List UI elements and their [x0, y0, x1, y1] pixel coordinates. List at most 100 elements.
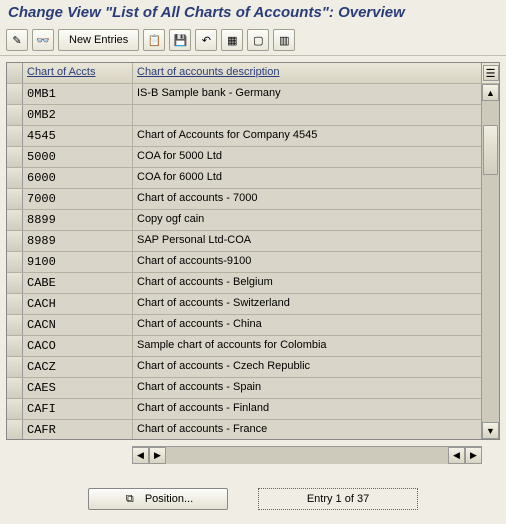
table-row[interactable]: 9100Chart of accounts-9100: [7, 252, 481, 273]
row-selector[interactable]: [7, 315, 23, 335]
data-grid: Chart of Accts Chart of accounts descrip…: [6, 62, 500, 440]
table-row[interactable]: CAESChart of accounts - Spain: [7, 378, 481, 399]
row-selector[interactable]: [7, 252, 23, 272]
table-row[interactable]: CAFRChart of accounts - France: [7, 420, 481, 439]
row-selector[interactable]: [7, 189, 23, 209]
scroll-down-button[interactable]: ▼: [482, 422, 499, 439]
table-row[interactable]: CAFIChart of accounts - Finland: [7, 399, 481, 420]
row-selector[interactable]: [7, 105, 23, 125]
undo-button[interactable]: ↶: [195, 29, 217, 51]
table-row[interactable]: CACOSample chart of accounts for Colombi…: [7, 336, 481, 357]
deselect-button[interactable]: ▢: [247, 29, 269, 51]
row-selector[interactable]: [7, 84, 23, 104]
row-selector[interactable]: [7, 273, 23, 293]
row-selector[interactable]: [7, 147, 23, 167]
cell-desc[interactable]: Chart of accounts - Belgium: [133, 273, 481, 293]
row-selector[interactable]: [7, 168, 23, 188]
cell-desc[interactable]: Chart of Accounts for Company 4545: [133, 126, 481, 146]
cell-code[interactable]: 9100: [23, 252, 133, 272]
cell-code[interactable]: 0MB1: [23, 84, 133, 104]
column-config-button[interactable]: ▥: [273, 29, 295, 51]
table-row[interactable]: CACZChart of accounts - Czech Republic: [7, 357, 481, 378]
cell-desc[interactable]: Chart of accounts - France: [133, 420, 481, 439]
copy-icon: 📋: [147, 34, 161, 47]
row-selector[interactable]: [7, 210, 23, 230]
cell-code[interactable]: 5000: [23, 147, 133, 167]
cell-code[interactable]: CACZ: [23, 357, 133, 377]
cell-desc[interactable]: Chart of accounts - 7000: [133, 189, 481, 209]
cell-code[interactable]: CAFR: [23, 420, 133, 439]
cell-code[interactable]: 8989: [23, 231, 133, 251]
position-button[interactable]: ⧉ Position...: [88, 488, 228, 510]
row-selector[interactable]: [7, 126, 23, 146]
table-row[interactable]: CABEChart of accounts - Belgium: [7, 273, 481, 294]
table-row[interactable]: 6000COA for 6000 Ltd: [7, 168, 481, 189]
cell-code[interactable]: CAFI: [23, 399, 133, 419]
toggle-edit-button[interactable]: ✎: [6, 29, 28, 51]
table-row[interactable]: 5000COA for 5000 Ltd: [7, 147, 481, 168]
cell-code[interactable]: 8899: [23, 210, 133, 230]
table-row[interactable]: 0MB1IS-B Sample bank - Germany: [7, 84, 481, 105]
row-selector[interactable]: [7, 378, 23, 398]
cell-code[interactable]: CABE: [23, 273, 133, 293]
row-selector[interactable]: [7, 420, 23, 439]
scroll-right-button[interactable]: ◀: [448, 447, 465, 464]
scroll-last-button[interactable]: ▶: [465, 447, 482, 464]
copy-button[interactable]: 📋: [143, 29, 165, 51]
table-row[interactable]: 4545Chart of Accounts for Company 4545: [7, 126, 481, 147]
cell-desc[interactable]: SAP Personal Ltd-COA: [133, 231, 481, 251]
cell-desc[interactable]: Chart of accounts - Czech Republic: [133, 357, 481, 377]
cell-code[interactable]: CACO: [23, 336, 133, 356]
row-selector[interactable]: [7, 399, 23, 419]
scroll-first-button[interactable]: ◀: [132, 447, 149, 464]
cell-desc[interactable]: Chart of accounts - Spain: [133, 378, 481, 398]
scroll-up-button[interactable]: ▲: [482, 84, 499, 101]
cell-code[interactable]: CACN: [23, 315, 133, 335]
table-row[interactable]: 7000Chart of accounts - 7000: [7, 189, 481, 210]
cell-desc[interactable]: Chart of accounts - Switzerland: [133, 294, 481, 314]
glasses-icon: 👓: [36, 34, 50, 47]
hscroll-track[interactable]: [166, 447, 448, 464]
cell-code[interactable]: 4545: [23, 126, 133, 146]
scroll-thumb[interactable]: [483, 125, 498, 175]
cell-desc[interactable]: Copy ogf cain: [133, 210, 481, 230]
vertical-scrollbar[interactable]: ▲ ▼: [481, 84, 499, 439]
new-entries-button[interactable]: New Entries: [58, 29, 139, 51]
columns-icon: ▥: [279, 34, 289, 47]
cell-code[interactable]: 6000: [23, 168, 133, 188]
horizontal-scrollbar[interactable]: ◀ ▶ ◀ ▶: [132, 446, 482, 464]
toolbar: ✎ 👓 New Entries 📋 💾 ↶ ▦ ▢ ▥: [0, 25, 506, 56]
cell-code[interactable]: 0MB2: [23, 105, 133, 125]
select-all-rows[interactable]: [7, 63, 23, 83]
select-all-button[interactable]: ▦: [221, 29, 243, 51]
cell-desc[interactable]: Chart of accounts - China: [133, 315, 481, 335]
cell-desc[interactable]: Chart of accounts - Finland: [133, 399, 481, 419]
row-selector[interactable]: [7, 336, 23, 356]
cell-desc[interactable]: COA for 6000 Ltd: [133, 168, 481, 188]
table-row[interactable]: 0MB2: [7, 105, 481, 126]
cell-code[interactable]: 7000: [23, 189, 133, 209]
col-header-code[interactable]: Chart of Accts: [23, 63, 133, 83]
cell-desc[interactable]: Sample chart of accounts for Colombia: [133, 336, 481, 356]
cell-desc[interactable]: Chart of accounts-9100: [133, 252, 481, 272]
grid-config-button[interactable]: ☰: [481, 63, 499, 83]
table-row[interactable]: 8989SAP Personal Ltd-COA: [7, 231, 481, 252]
details-button[interactable]: 👓: [32, 29, 54, 51]
cell-desc[interactable]: IS-B Sample bank - Germany: [133, 84, 481, 104]
config-icon: ☰: [483, 65, 499, 81]
row-selector[interactable]: [7, 294, 23, 314]
scroll-left-button[interactable]: ▶: [149, 447, 166, 464]
row-selector[interactable]: [7, 231, 23, 251]
table-row[interactable]: CACNChart of accounts - China: [7, 315, 481, 336]
cell-code[interactable]: CACH: [23, 294, 133, 314]
scroll-track[interactable]: [482, 101, 499, 422]
cell-desc[interactable]: COA for 5000 Ltd: [133, 147, 481, 167]
row-selector[interactable]: [7, 357, 23, 377]
table-row[interactable]: 8899Copy ogf cain: [7, 210, 481, 231]
delete-button[interactable]: 💾: [169, 29, 191, 51]
table-row[interactable]: CACHChart of accounts - Switzerland: [7, 294, 481, 315]
first-icon: ◀: [137, 450, 144, 461]
cell-code[interactable]: CAES: [23, 378, 133, 398]
cell-desc[interactable]: [133, 105, 481, 125]
col-header-desc[interactable]: Chart of accounts description: [133, 63, 481, 83]
